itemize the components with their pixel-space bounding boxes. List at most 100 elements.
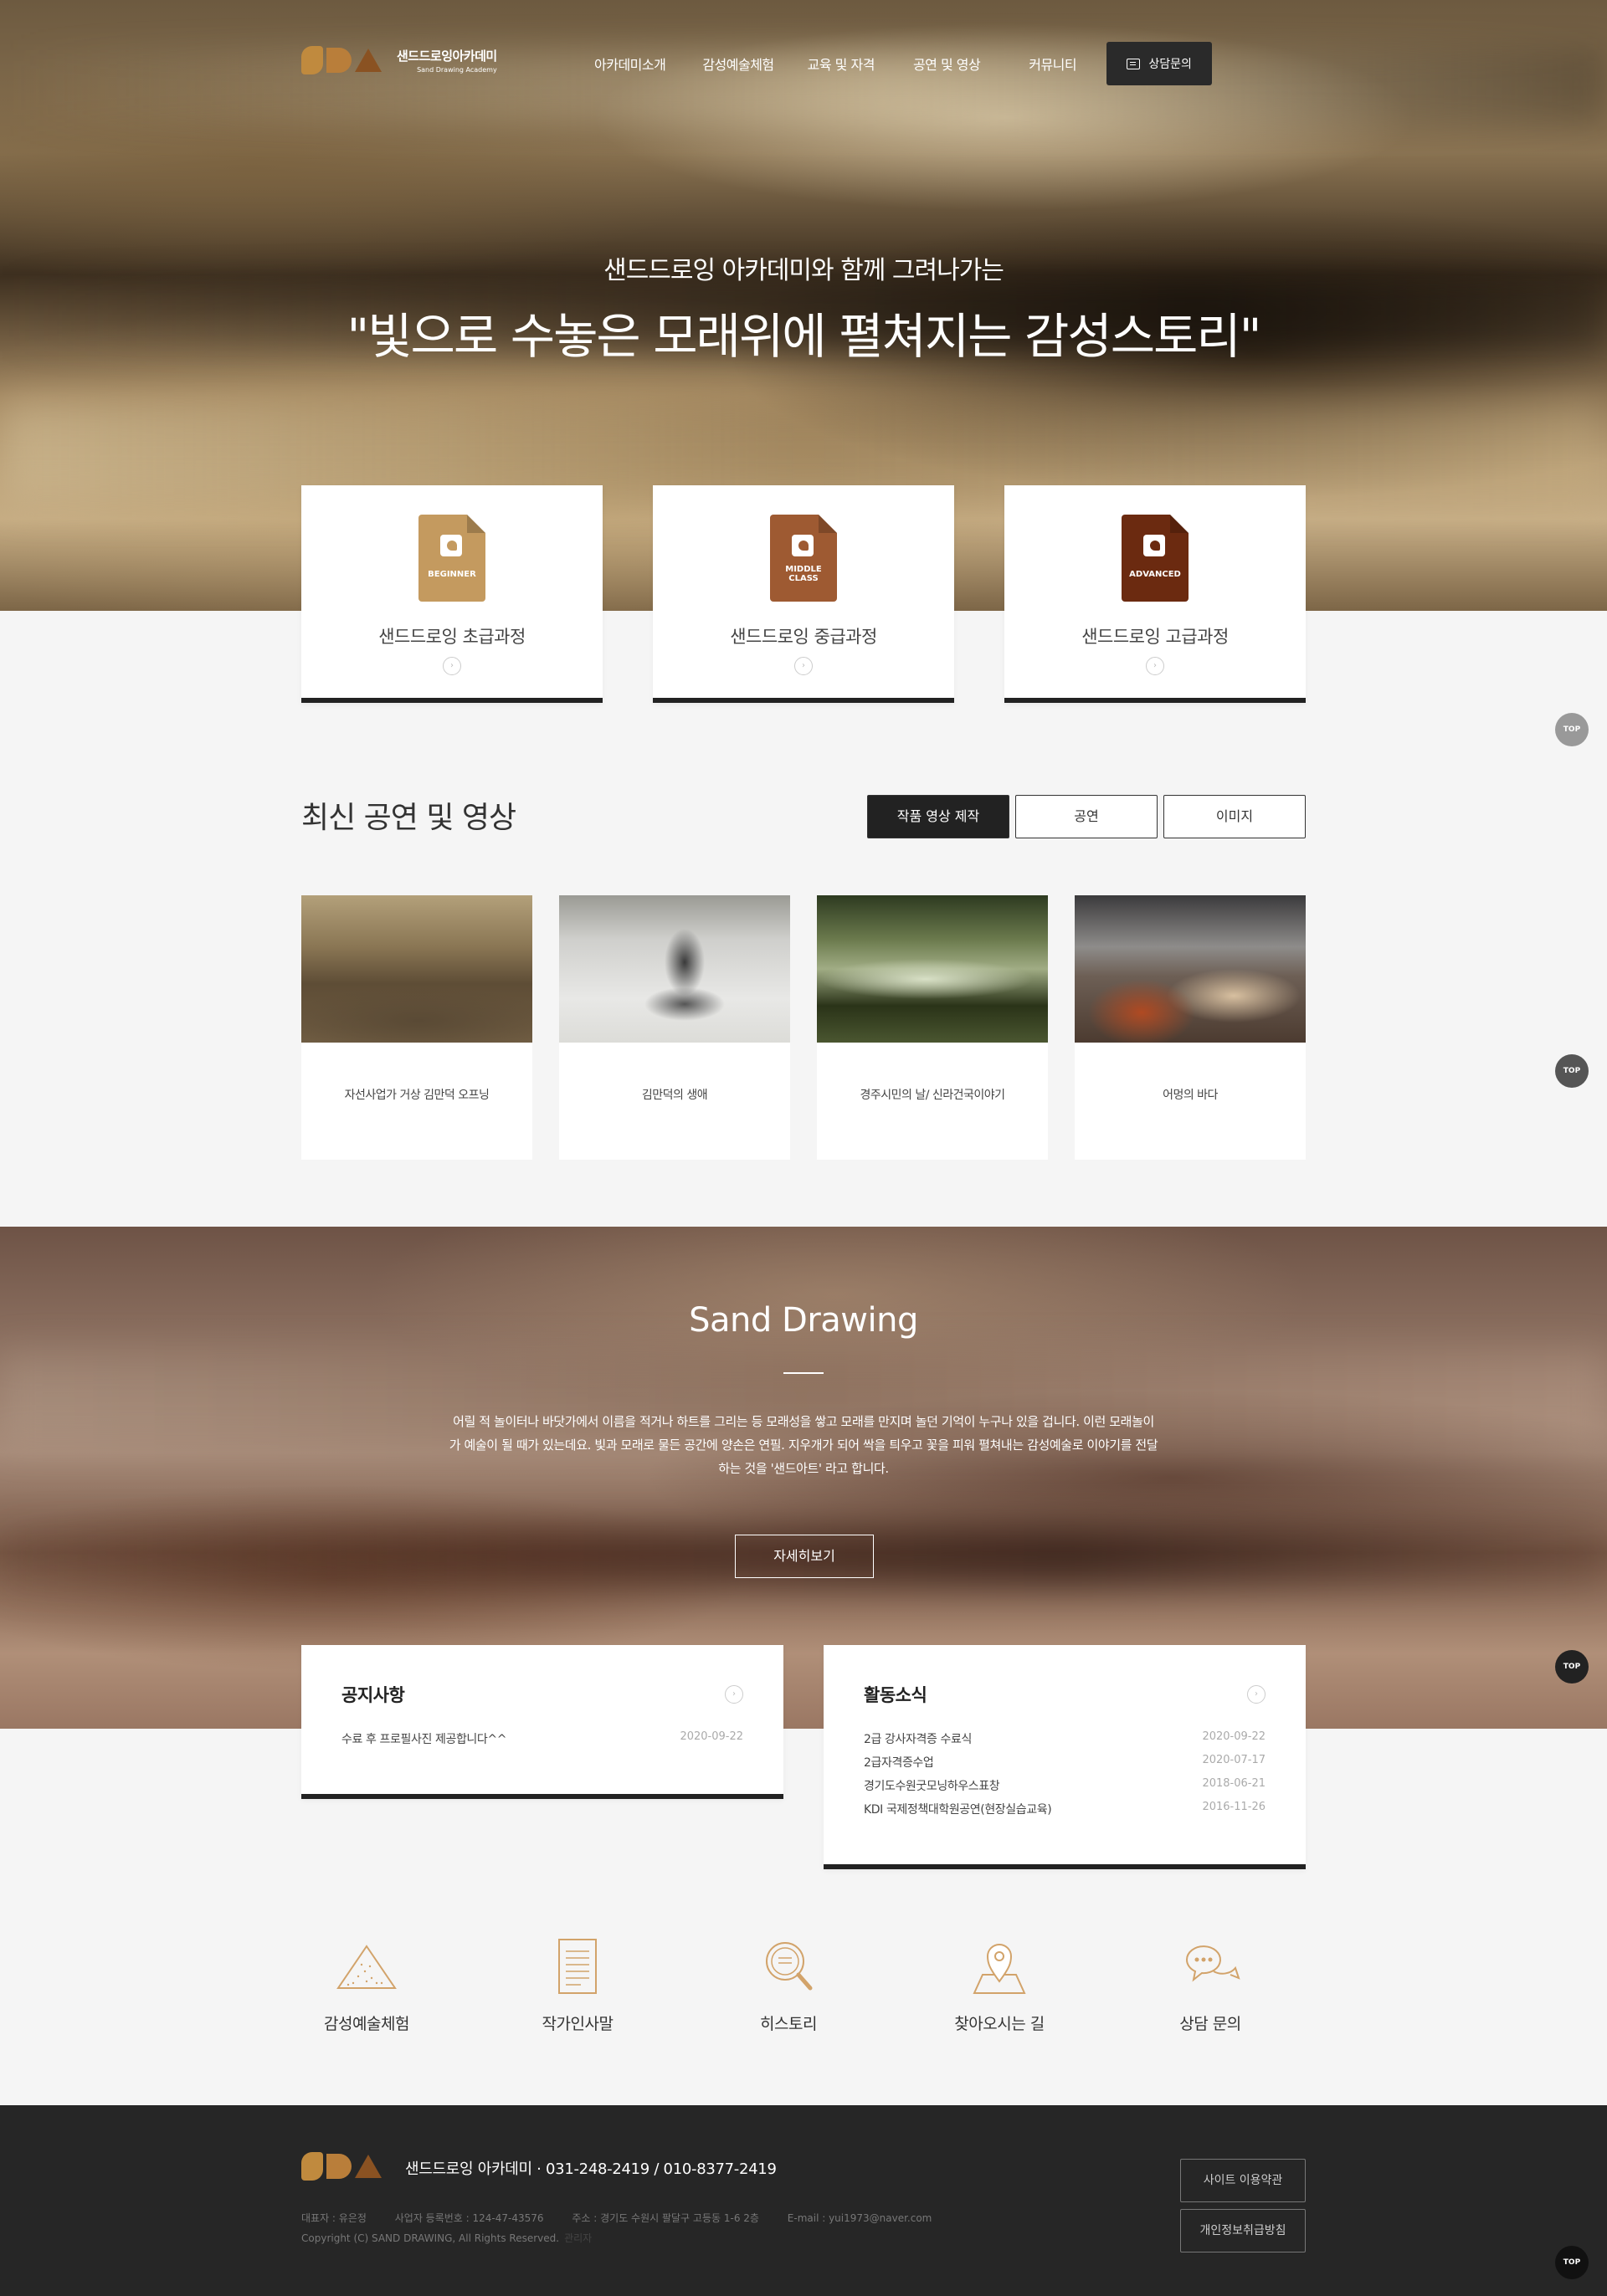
video-card[interactable]: 자선사업가 거상 김만덕 오프닝 [301,895,532,1160]
activity-box: 활동소식 › 2급 강사자격증 수료식 2020-09-22 2급자격증수업 2… [824,1645,1306,1869]
video-title: 경주시민의 날/ 신라건국이야기 [860,1089,1005,1102]
list-item-date: 2020-09-22 [1202,1730,1266,1743]
course-level: ADVANCED [1129,570,1181,579]
middle-document-icon: MIDDLE CLASS [770,515,837,602]
advanced-document-icon: ADVANCED [1122,515,1189,602]
list-item-date: 2016-11-26 [1202,1801,1266,1813]
quick-link-greeting[interactable]: 작가인사말 [494,1935,661,2034]
course-card-middle[interactable]: MIDDLE CLASS 샌드드로잉 중급과정 › [653,485,954,703]
list-item[interactable]: 수료 후 프로필사진 제공합니다^^ 2020-09-22 [341,1730,743,1754]
video-title: 김만덕의 생애 [641,1089,708,1102]
sand-drawing-description: 어릴 적 놀이터나 바닷가에서 이름을 적거나 하트를 그리는 등 모래성을 쌓… [400,1410,1207,1480]
footer-email: E-mail : yui1973@naver.com [787,2212,932,2224]
tab-video-production[interactable]: 작품 영상 제작 [867,795,1009,838]
video-card[interactable]: 김만덕의 생애 [559,895,790,1160]
course-level: MIDDLE CLASS [785,565,822,583]
quick-link-label: 히스토리 [760,2015,817,2033]
notice-box: 공지사항 › 수료 후 프로필사진 제공합니다^^ 2020-09-22 [301,1645,783,1799]
activity-title: 활동소식 [864,1685,927,1705]
quick-link-directions[interactable]: 찾아오시는 길 [916,1935,1083,2034]
footer-copyright: Copyright (C) SAND DRAWING, All Rights R… [301,2232,560,2244]
notice-title: 공지사항 [341,1685,405,1705]
arrow-circle-icon: › [443,657,461,675]
footer-info: 대표자 : 유은정 사업자 등록번호 : 124-47-43576 주소 : 경… [301,2208,957,2248]
quick-link-label: 찾아오시는 길 [954,2015,1045,2033]
consult-label: 상담문의 [1148,58,1192,71]
course-title: 샌드드로잉 고급과정 [1081,627,1229,647]
list-item[interactable]: 2급 강사자격증 수료식 2020-09-22 [864,1730,1266,1754]
list-item[interactable]: KDI 국제정책대학원공연(현장실습교육) 2016-11-26 [864,1801,1266,1824]
nav-community[interactable]: 커뮤니티 [1029,54,1076,74]
description-line: 하는 것을 '샌드아트' 라고 합니다. [718,1461,889,1476]
nav-art-experience[interactable]: 감성예술체험 [702,54,774,74]
list-item-title: 2급 강사자격증 수료식 [864,1733,972,1746]
quick-link-label: 상담 문의 [1179,2015,1241,2033]
course-card-beginner[interactable]: BEGINNER 샌드드로잉 초급과정 › [301,485,603,703]
notice-more-icon[interactable]: › [725,1685,743,1704]
video-card[interactable]: 어멍의 바다 [1075,895,1306,1160]
document-icon [558,1939,597,1994]
list-item[interactable]: 2급자격증수업 2020-07-17 [864,1754,1266,1777]
pyramid-icon [336,1945,397,1989]
course-level: BEGINNER [428,570,476,579]
hand-icon [440,535,462,556]
hero-title: "빛으로 수놓은 모래위에 펼쳐지는 감성스토리" [347,308,1262,365]
quick-link-consult[interactable]: 상담 문의 [1127,1935,1294,2034]
video-thumbnail [1075,895,1306,1043]
scroll-top-button[interactable]: TOP [1555,2246,1589,2279]
magnifier-icon [766,1942,813,1991]
terms-button[interactable]: 사이트 이용약관 [1180,2159,1306,2202]
course-title: 샌드드로잉 초급과정 [378,627,526,647]
chat-bubble-icon [1185,1945,1240,1982]
nav-performance[interactable]: 공연 및 영상 [913,54,981,74]
divider [783,1372,824,1374]
course-title: 샌드드로잉 중급과정 [730,627,877,647]
activity-more-icon[interactable]: › [1247,1685,1266,1704]
footer-biz-number: 사업자 등록번호 : 124-47-43576 [394,2212,544,2224]
hero-subtitle: 샌드드로잉 아카데미와 함께 그려나가는 [603,256,1004,285]
description-line: 가 예술이 될 때가 있는데요. 빛과 모래로 물든 공간에 양손은 연필. 지… [449,1438,1158,1453]
list-item-date: 2020-09-22 [680,1730,743,1743]
main-nav: 아카데미소개 감성예술체험 교육 및 자격 공연 및 영상 커뮤니티 상담문의 [594,42,1213,85]
nav-academy-intro[interactable]: 아카데미소개 [594,54,666,74]
list-item-title: 경기도수원굿모닝하우스표창 [864,1780,1000,1793]
latest-section-title: 최신 공연 및 영상 [301,801,516,835]
logo-mark [301,46,382,74]
footer-contact: 샌드드로잉 아카데미 · 031-248-2419 / 010-8377-241… [405,2160,777,2178]
more-button[interactable]: 자세히보기 [735,1535,874,1578]
tab-images[interactable]: 이미지 [1163,795,1306,838]
quick-link-history[interactable]: 히스토리 [705,1935,872,2034]
tab-performance[interactable]: 공연 [1015,795,1158,838]
video-thumbnail [817,895,1048,1043]
footer: 샌드드로잉 아카데미 · 031-248-2419 / 010-8377-241… [0,2105,1607,2296]
consult-button[interactable]: 상담문의 [1106,42,1213,85]
list-item-title: KDI 국제정책대학원공연(현장실습교육) [864,1803,1052,1817]
quick-link-experience[interactable]: 감성예술체험 [283,1935,450,2034]
privacy-button[interactable]: 개인정보취급방침 [1180,2209,1306,2252]
description-line: 어릴 적 놀이터나 바닷가에서 이름을 적거나 하트를 그리는 등 모래성을 쌓… [453,1414,1154,1429]
beginner-document-icon: BEGINNER [418,515,485,602]
course-card-advanced[interactable]: ADVANCED 샌드드로잉 고급과정 › [1004,485,1306,703]
video-thumbnail [559,895,790,1043]
map-pin-icon [973,1944,1026,1994]
nav-education[interactable]: 교육 및 자격 [808,54,875,74]
site-logo[interactable]: 샌드드로잉아카데미 Sand Drawing Academy [301,46,497,74]
admin-link[interactable]: 관리자 [564,2232,592,2244]
scroll-top-button[interactable]: TOP [1555,1054,1589,1088]
hand-icon [1143,535,1165,556]
arrow-circle-icon: › [794,657,813,675]
footer-ceo: 대표자 : 유은정 [301,2212,367,2224]
list-item-title: 2급자격증수업 [864,1756,934,1770]
list-item-date: 2018-06-21 [1202,1777,1266,1790]
hand-icon [792,535,814,556]
arrow-circle-icon: › [1146,657,1164,675]
scroll-top-button[interactable]: TOP [1555,713,1589,746]
video-title: 자선사업가 거상 김만덕 오프닝 [344,1089,490,1102]
list-item[interactable]: 경기도수원굿모닝하우스표창 2018-06-21 [864,1777,1266,1801]
footer-address: 주소 : 경기도 수원시 팔달구 고등동 1-6 2층 [572,2212,759,2224]
scroll-top-button[interactable]: TOP [1555,1650,1589,1684]
video-card[interactable]: 경주시민의 날/ 신라건국이야기 [817,895,1048,1160]
video-title: 어멍의 바다 [1163,1089,1218,1102]
quick-link-label: 작가인사말 [542,2015,614,2033]
video-thumbnail [301,895,532,1043]
